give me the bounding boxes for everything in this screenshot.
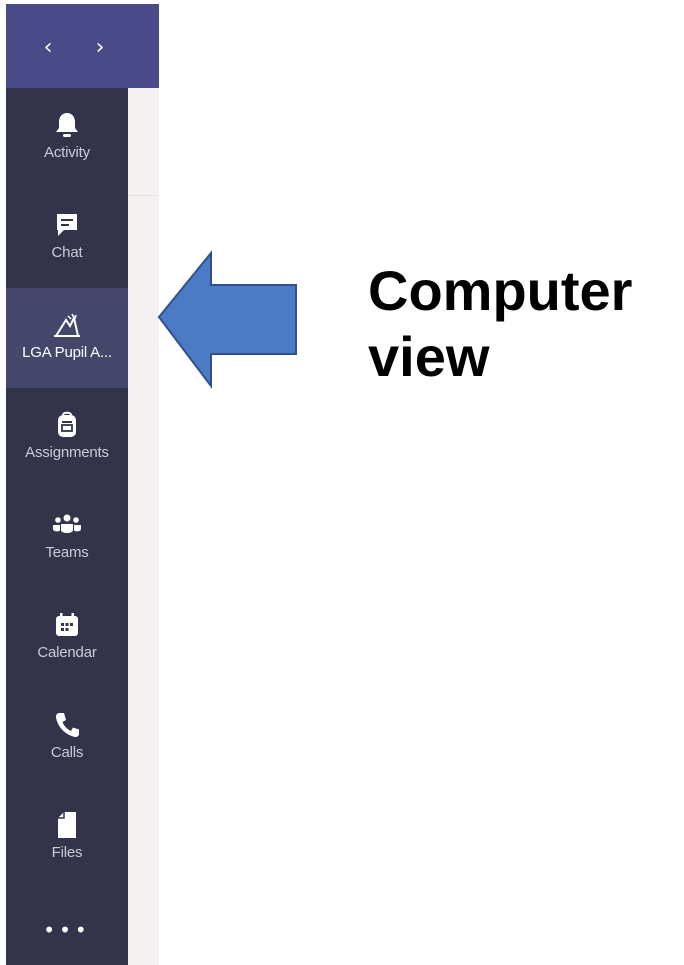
rail-item-label: Calls — [50, 744, 84, 761]
rail-item-label: Assignments — [25, 444, 109, 461]
chevron-right-icon: › — [95, 34, 105, 60]
rail-item-chat[interactable]: Chat — [6, 188, 128, 288]
school-crest-icon — [52, 310, 82, 340]
rail-item-activity[interactable]: Activity — [6, 88, 128, 188]
rail-item-files[interactable]: Files — [6, 788, 128, 888]
callout-caption: Computer view — [368, 258, 632, 390]
rail-item-lga-pupil[interactable]: LGA Pupil A... — [6, 288, 128, 388]
rail-item-label: Calendar — [37, 644, 97, 661]
calendar-icon — [52, 610, 82, 640]
forward-button[interactable]: › — [86, 28, 114, 66]
content-pane — [128, 88, 159, 965]
app-rail: Activity Chat LGA Pupil A... Assignments… — [6, 88, 128, 965]
rail-item-calendar[interactable]: Calendar — [6, 588, 128, 688]
bell-icon — [52, 110, 82, 140]
rail-item-teams[interactable]: Teams — [6, 488, 128, 588]
backpack-icon — [52, 410, 82, 440]
content-divider — [128, 195, 159, 196]
rail-item-assignments[interactable]: Assignments — [6, 388, 128, 488]
rail-item-label: Activity — [44, 144, 90, 161]
callout-line-1: Computer — [368, 259, 633, 322]
back-button[interactable]: ‹ — [34, 28, 62, 66]
rail-item-label: Teams — [45, 544, 89, 561]
rail-item-label: LGA Pupil A... — [22, 344, 112, 361]
teams-icon — [52, 510, 82, 540]
phone-icon — [52, 710, 82, 740]
rail-item-label: Files — [51, 844, 83, 861]
file-icon — [52, 810, 82, 840]
chat-icon — [52, 210, 82, 240]
rail-item-label: Chat — [51, 244, 83, 261]
rail-item-calls[interactable]: Calls — [6, 688, 128, 788]
callout-line-2: view — [368, 325, 490, 388]
top-nav-bar: ‹ › — [6, 4, 159, 88]
left-arrow-icon — [157, 250, 297, 389]
more-apps-button[interactable]: ••• — [6, 918, 128, 942]
chevron-left-icon: ‹ — [43, 34, 53, 60]
